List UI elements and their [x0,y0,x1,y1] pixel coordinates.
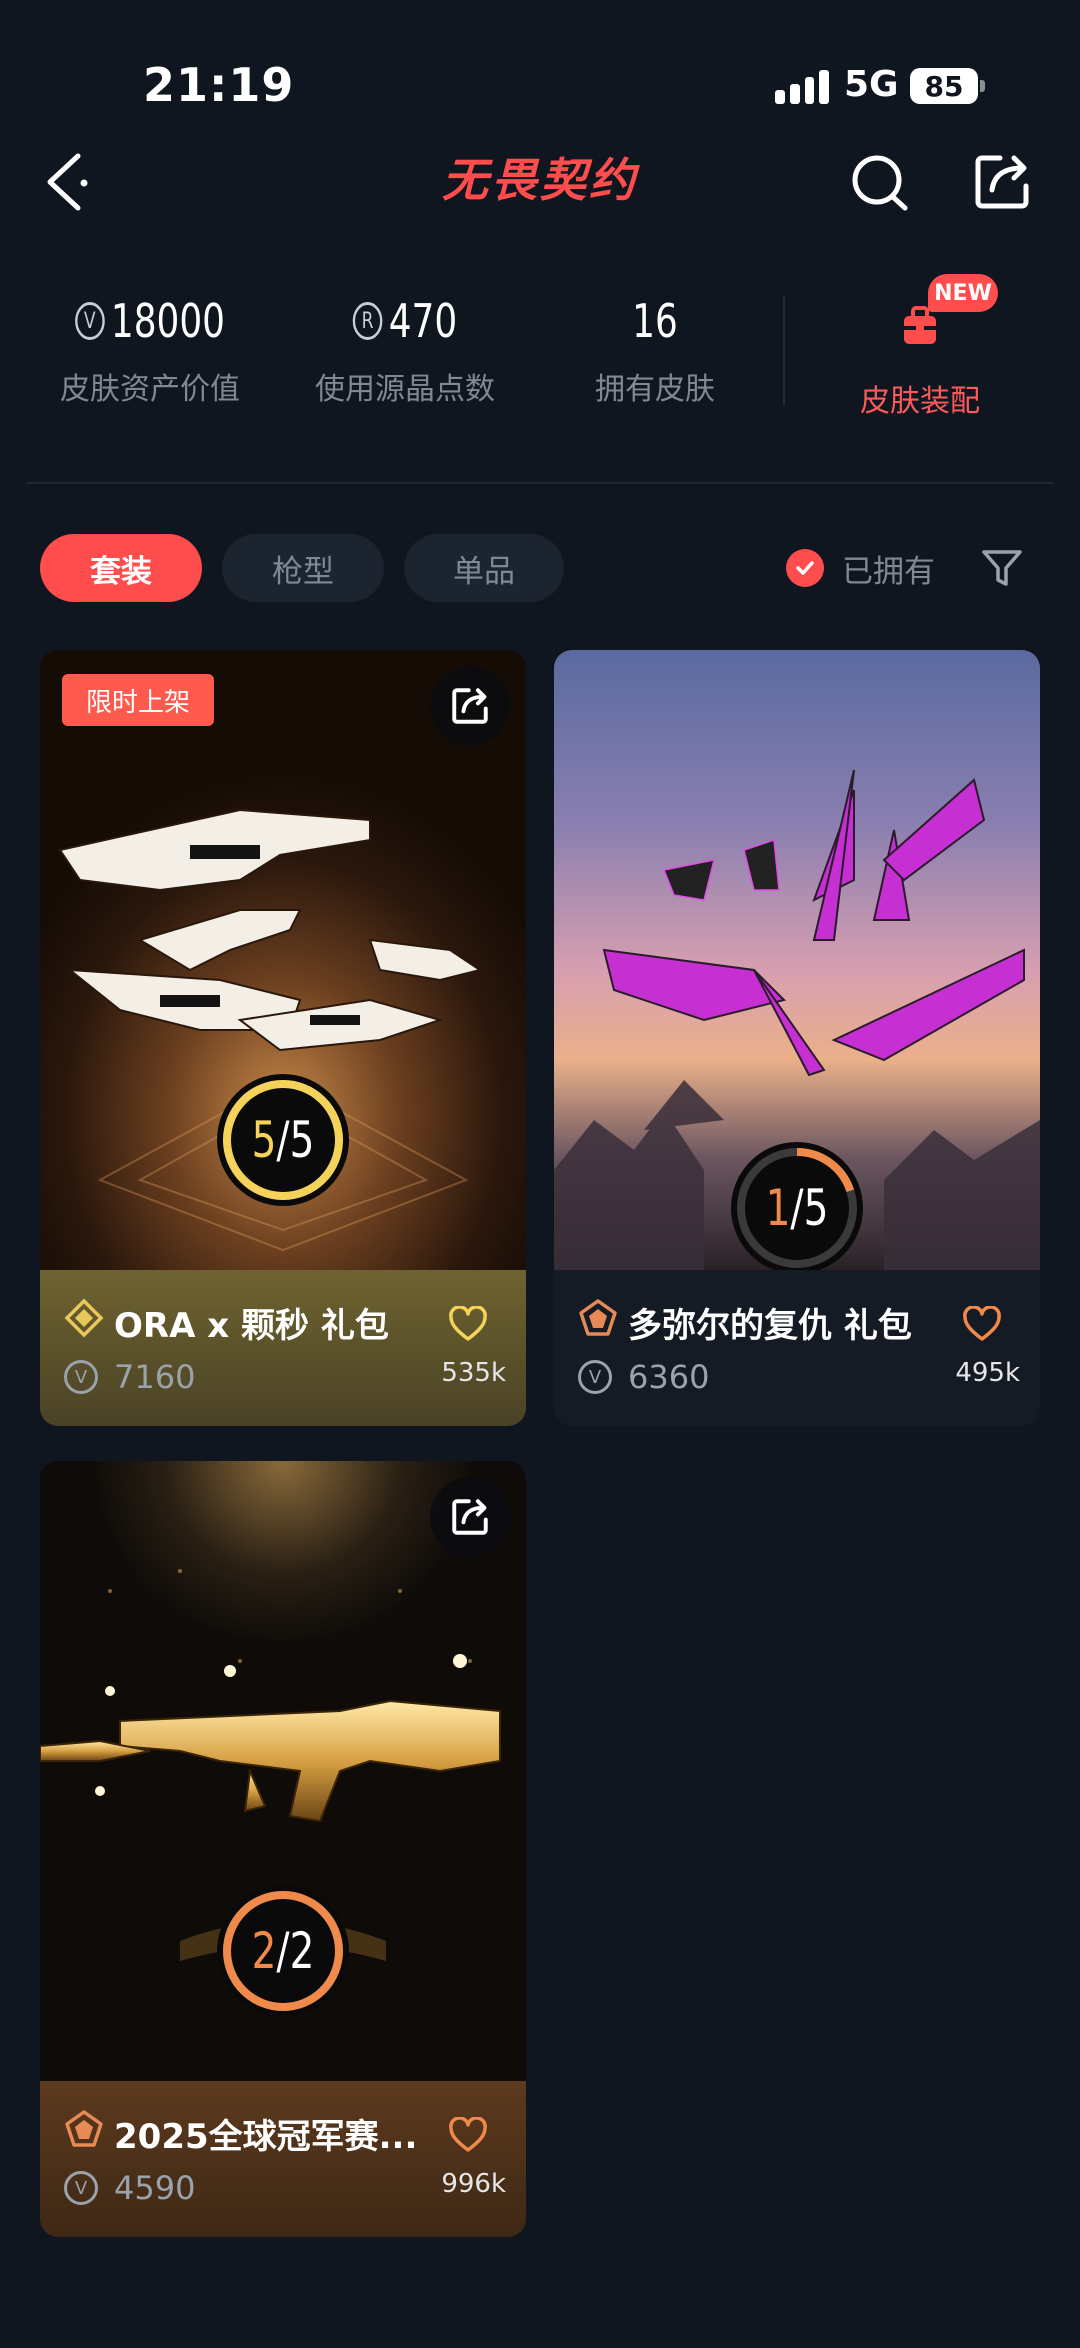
collection-progress: 5/5 [215,1072,351,1208]
stat-asset-label: 皮肤资产价值 [60,372,240,407]
progress-count: 2/2 [230,1883,336,2019]
card-share-button[interactable] [430,1477,510,1557]
stat-owned-skins: 16 拥有皮肤 [570,290,740,408]
heart-icon[interactable] [962,1306,1002,1342]
battery-icon: 85 [910,68,978,104]
collection-progress: 2/2 [215,1883,351,2019]
like-count: 996k [441,2169,506,2199]
vp-coin-icon: V [64,1360,98,1394]
card-info: 多弥尔的复仇 礼包 V 6360 495k [554,1270,1040,1426]
bundle-title: 多弥尔的复仇 礼包 [628,1306,912,1346]
section-divider [26,482,1054,484]
like-count: 535k [441,1358,506,1388]
bundle-card-domir[interactable]: 1/5 多弥尔的复仇 礼包 V 6360 495k [554,650,1040,1426]
battery-cap [980,80,985,92]
bundle-title: ORA x 颗秒 礼包 [114,1306,389,1346]
tab-bundle[interactable]: 套装 [40,534,202,602]
filter-icon [982,550,1022,586]
heart-icon[interactable] [448,1306,488,1342]
heart-icon[interactable] [448,2117,488,2153]
stat-owned-number: 16 [632,294,678,348]
stat-radianite-number: 470 [388,294,458,348]
filter-button[interactable] [980,546,1024,590]
stats-divider [783,295,785,405]
bundle-image: 限时上架 5/5 [40,650,526,1270]
signal-icon [775,68,829,104]
bundle-card-champions-2025[interactable]: 2/2 2025全球冠军赛... V 4590 996k [40,1461,526,2237]
collection-progress: 1/5 [729,1140,865,1276]
stat-owned-label: 拥有皮肤 [595,372,715,407]
stat-asset-value: V 18000 皮肤资产价值 [40,290,260,408]
bundle-price: 6360 [628,1358,710,1396]
progress-owned: 2 [251,1922,277,1980]
bundle-card-ora[interactable]: 限时上架 5/5 ORA x 颗秒 礼包 V 7160 535k [40,650,526,1426]
progress-total: 5 [803,1179,829,1237]
progress-separator: / [790,1179,804,1237]
progress-separator: / [276,1922,290,1980]
search-icon [852,155,908,211]
status-time: 21:19 [143,58,295,112]
card-info: 2025全球冠军赛... V 4590 996k [40,2081,526,2237]
search-button[interactable] [848,150,912,214]
stat-asset-number: 18000 [110,294,226,348]
progress-total: 2 [289,1922,315,1980]
share-button[interactable] [970,150,1034,214]
bundle-price: 4590 [114,2169,196,2207]
chevron-left-icon [47,153,88,211]
like-count: 495k [955,1358,1020,1388]
new-badge: NEW [928,274,998,312]
pentagon-rank-icon [65,2110,103,2147]
pentagon-rank-icon [579,1299,617,1336]
bundle-title: 2025全球冠军赛... [114,2117,418,2157]
stat-radianite: R 470 使用源晶点数 [300,290,510,408]
progress-count: 1/5 [744,1140,850,1276]
owned-filter-label[interactable]: 已拥有 [842,546,935,591]
app-logo: 无畏契约 [442,153,638,207]
bundle-image: 2/2 [40,1461,526,2081]
radianite-icon: R [352,302,383,340]
owned-checkbox[interactable] [786,549,824,587]
progress-owned: 1 [765,1179,791,1237]
share-icon [975,155,1029,209]
tab-single-item[interactable]: 单品 [404,534,564,602]
tab-weapon-type[interactable]: 枪型 [222,534,384,602]
back-button[interactable] [40,150,90,214]
share-icon [452,1499,488,1535]
vp-coin-icon: V [74,302,105,340]
network-type: 5G [844,64,899,105]
share-icon [452,688,488,724]
bundle-price: 7160 [114,1358,196,1396]
limited-time-badge: 限时上架 [62,674,214,726]
vp-coin-icon: V [64,2171,98,2205]
progress-count: 5/5 [230,1072,336,1208]
progress-owned: 5 [251,1111,277,1169]
bundle-image: 1/5 [554,650,1040,1274]
check-icon [796,561,814,575]
vp-coin-icon: V [578,1360,612,1394]
stat-radianite-label: 使用源晶点数 [315,372,495,407]
card-info: ORA x 颗秒 礼包 V 7160 535k [40,1270,526,1426]
progress-separator: / [276,1111,290,1169]
card-share-button[interactable] [430,666,510,746]
skin-outfit-label: 皮肤装配 [860,384,980,419]
progress-total: 5 [289,1111,315,1169]
diamond-rank-icon [64,1298,104,1338]
